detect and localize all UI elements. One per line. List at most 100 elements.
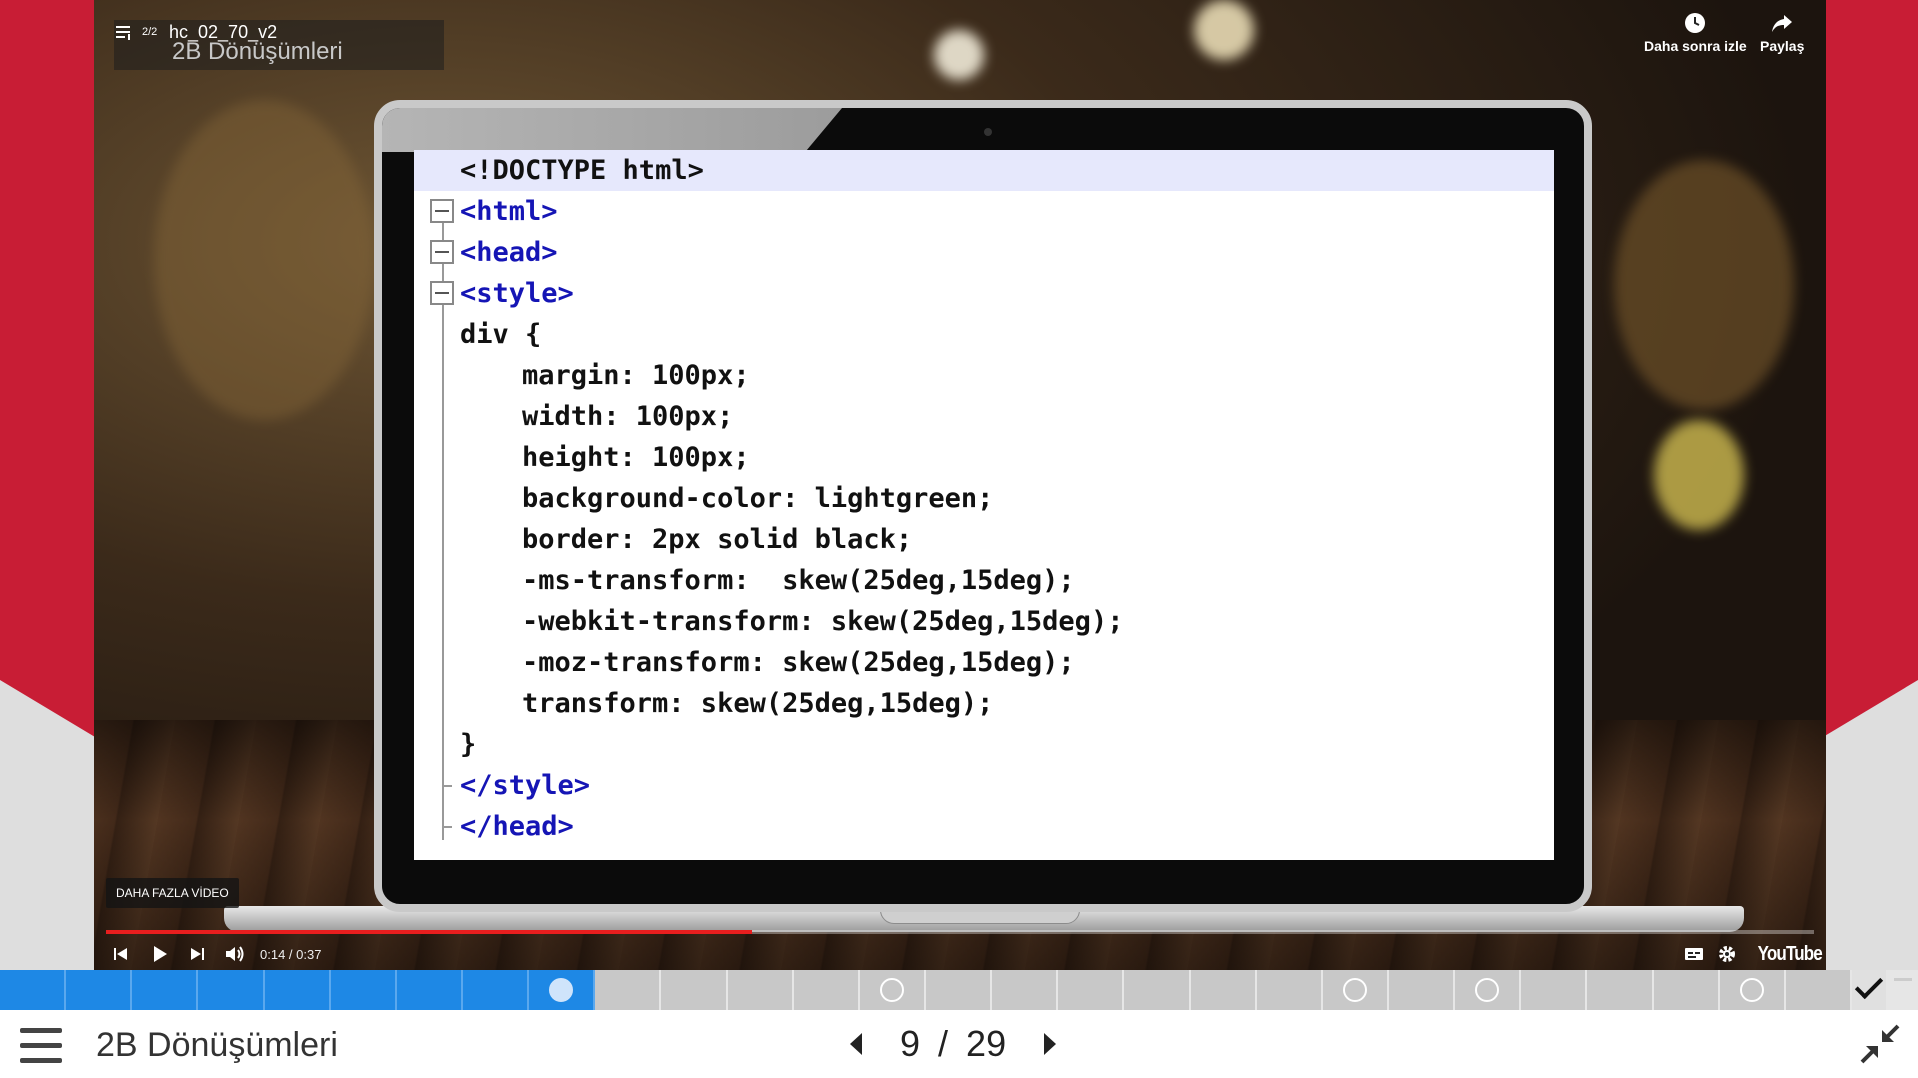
code-line: -ms-transform: skew(25deg,15deg); (414, 560, 1554, 601)
fold-collapse-icon[interactable] (430, 199, 454, 223)
code-text: -moz-transform: skew(25deg,15deg); (522, 642, 1075, 683)
progress-segment[interactable] (264, 970, 331, 1010)
fold-collapse-icon[interactable] (430, 281, 454, 305)
progress-segment[interactable] (1190, 970, 1257, 1010)
page-navigator: 9 / 29 (850, 1020, 1057, 1068)
playlist-icon[interactable] (116, 24, 134, 40)
progress-segment[interactable] (661, 970, 728, 1010)
code-tag: </style> (460, 770, 591, 801)
volume-button[interactable] (224, 942, 246, 966)
code-text: <!DOCTYPE html> (460, 150, 704, 191)
progress-bar-end (1888, 970, 1918, 1010)
previous-page-icon[interactable] (850, 1033, 862, 1055)
checkpoint-icon (1342, 978, 1367, 1002)
volume-icon (226, 946, 244, 962)
code-line: width: 100px; (414, 396, 1554, 437)
menu-icon[interactable] (20, 1028, 62, 1064)
video-player[interactable]: <!DOCTYPE html> <html> <head> <style> div { m… (94, 0, 1826, 970)
progress-segment[interactable] (198, 970, 265, 1010)
check-icon (1854, 970, 1884, 1000)
progress-segment[interactable] (595, 970, 662, 1010)
current-position-icon (549, 978, 574, 1002)
code-token: div { (460, 319, 542, 350)
next-icon (191, 948, 204, 960)
footer-bar: 2B Dönüşümleri 9 / 29 (0, 1010, 1918, 1078)
code-tag: <style> (460, 278, 574, 309)
lesson-title: 2B Dönüşümleri (96, 1026, 338, 1064)
video-progress-bar[interactable] (106, 930, 1814, 934)
progress-segment[interactable] (793, 970, 860, 1010)
code-text: width: 100px; (522, 396, 733, 437)
progress-segment[interactable] (1653, 970, 1720, 1010)
progress-segment[interactable] (66, 970, 133, 1010)
complete-segment[interactable] (1852, 970, 1888, 1010)
clock-icon (1685, 13, 1706, 33)
code-text: <style> (460, 273, 574, 314)
play-button[interactable] (150, 942, 170, 966)
settings-button[interactable] (1718, 942, 1736, 966)
code-line: -webkit-transform: skew(25deg,15deg); (414, 601, 1554, 642)
code-line: transform: skew(25deg,15deg); (414, 683, 1554, 724)
progress-segment[interactable] (1124, 970, 1191, 1010)
next-button[interactable] (188, 942, 206, 966)
progress-segment[interactable] (727, 970, 794, 1010)
captions-button[interactable] (1684, 942, 1704, 966)
progress-segment[interactable] (859, 970, 926, 1010)
code-line: <html> (414, 191, 1554, 232)
exit-fullscreen-icon[interactable] (1860, 1024, 1900, 1064)
progress-segment[interactable] (1587, 970, 1654, 1010)
progress-segment[interactable] (1455, 970, 1522, 1010)
video-progress-fill (106, 930, 752, 934)
camera-dot (984, 128, 992, 136)
share-label: Paylaş (1760, 38, 1805, 54)
next-page-icon[interactable] (1044, 1033, 1057, 1055)
code-text: <html> (460, 191, 558, 232)
progress-segment[interactable] (1719, 970, 1786, 1010)
progress-segment[interactable] (1058, 970, 1125, 1010)
code-text: border: 2px solid black; (522, 519, 912, 560)
code-token: margin: 100px; (522, 360, 750, 391)
progress-segment[interactable] (0, 970, 67, 1010)
code-token: -moz-transform: skew(25deg,15deg); (522, 647, 1075, 678)
code-text: -webkit-transform: skew(25deg,15deg); (522, 601, 1123, 642)
progress-segment[interactable] (926, 970, 993, 1010)
gear-icon (1719, 946, 1735, 962)
share-icon (1772, 15, 1793, 32)
progress-segment[interactable] (1521, 970, 1588, 1010)
code-line: <head> (414, 232, 1554, 273)
code-line: background-color: lightgreen; (414, 478, 1554, 519)
code-text: div { (460, 314, 541, 355)
course-viewer: <!DOCTYPE html> <html> <head> <style> div { m… (0, 0, 1918, 1078)
code-token: background-color: lightgreen; (522, 483, 994, 514)
checkpoint-icon (1475, 978, 1500, 1002)
progress-segment[interactable] (992, 970, 1059, 1010)
video-subtitle: 2B Dönüşümleri (172, 38, 343, 65)
progress-segment[interactable] (1322, 970, 1389, 1010)
progress-segment[interactable] (1256, 970, 1323, 1010)
course-progress-bar (0, 970, 1918, 1010)
progress-segment[interactable] (396, 970, 463, 1010)
code-line: height: 100px; (414, 437, 1554, 478)
progress-segment[interactable] (463, 970, 530, 1010)
fold-gutter-tick (442, 785, 452, 787)
code-line: </style> (414, 765, 1554, 806)
share-button[interactable]: Paylaş (1760, 12, 1804, 54)
code-text: margin: 100px; (522, 355, 750, 396)
code-token: transform: skew(25deg,15deg); (522, 688, 994, 719)
progress-segment[interactable] (529, 970, 596, 1010)
progress-segment[interactable] (1389, 970, 1456, 1010)
youtube-logo[interactable]: YouTube (1758, 942, 1823, 966)
more-videos-button[interactable]: DAHA FAZLA VİDEO (106, 878, 239, 908)
background-light (934, 30, 984, 80)
watch-later-button[interactable]: Daha sonra izle (1644, 12, 1747, 54)
code-token: -ms-transform: skew(25deg,15deg); (522, 565, 1075, 596)
code-tag: <html> (460, 196, 558, 227)
progress-segment[interactable] (1785, 970, 1852, 1010)
progress-segment[interactable] (132, 970, 199, 1010)
progress-segment[interactable] (330, 970, 397, 1010)
code-line: margin: 100px; (414, 355, 1554, 396)
previous-button[interactable] (112, 942, 130, 966)
captions-icon (1685, 948, 1703, 960)
fold-collapse-icon[interactable] (430, 240, 454, 264)
page-separator: / (938, 1023, 949, 1064)
